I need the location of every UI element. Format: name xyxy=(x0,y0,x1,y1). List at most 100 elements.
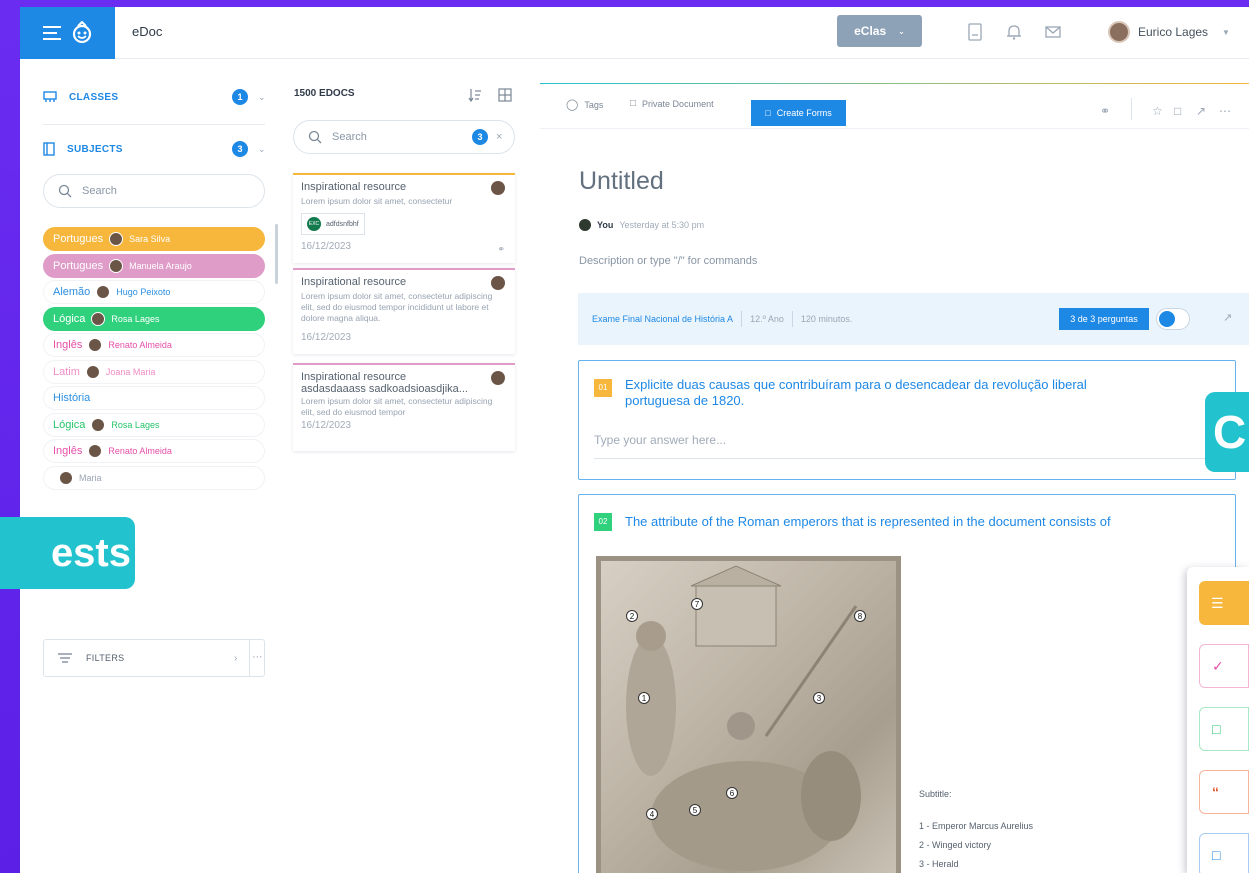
nav-classes-label: CLASSES xyxy=(69,91,119,103)
tag-label: adfdsnfbhf xyxy=(326,220,359,228)
image-marker: 1 xyxy=(638,692,650,704)
document-title[interactable]: Untitled xyxy=(579,167,664,196)
more-options-icon[interactable]: ⋯ xyxy=(1219,104,1231,118)
nav-subjects-label: SUBJECTS xyxy=(67,143,123,155)
hamburger-menu-icon[interactable] xyxy=(42,26,61,40)
view-toggle[interactable] xyxy=(1156,308,1190,330)
chevron-down-icon[interactable]: ⌄ xyxy=(258,144,266,155)
card-body: Lorem ipsum dolor sit amet, consectetur … xyxy=(301,291,493,323)
card-tag[interactable]: EXC adfdsnfbhf xyxy=(301,213,365,235)
separator xyxy=(791,311,793,327)
subject-name: Inglês xyxy=(53,445,83,457)
media-block-icon[interactable]: □ xyxy=(1199,833,1249,873)
subject-search-input[interactable]: Search xyxy=(43,174,265,208)
image-marker: 6 xyxy=(726,787,738,799)
tags-button[interactable]: ◯ Tags xyxy=(566,98,603,111)
teacher-name: Rosa Lages xyxy=(111,313,160,324)
private-document-button[interactable]: □ Private Document xyxy=(630,98,714,109)
document-block-icon[interactable]: □ xyxy=(1199,707,1249,751)
document-author: You Yesterday at 5:30 pm xyxy=(579,219,704,231)
teacher-avatar xyxy=(96,285,111,299)
user-name: Eurico Lages xyxy=(1138,25,1209,39)
expand-icon[interactable]: ↗ xyxy=(1196,104,1206,118)
document-card[interactable]: Inspirational resource asdasdaaass sadko… xyxy=(293,363,515,451)
question-card[interactable]: 01 Explicite duas causas que contribuíra… xyxy=(578,360,1236,480)
bell-icon[interactable] xyxy=(1005,23,1023,41)
teacher-name: Renato Almeida xyxy=(108,340,172,350)
subject-item[interactable]: Portugues Manuela Araujo xyxy=(43,253,265,278)
user-menu[interactable]: Eurico Lages ▼ xyxy=(1108,21,1230,43)
answer-input[interactable]: Type your answer here... xyxy=(594,433,1222,459)
card-author-avatar xyxy=(491,276,505,290)
nav-subjects[interactable]: SUBJECTS 3 ⌄ xyxy=(43,141,266,157)
roman-relief-image: 1 2 3 4 5 6 7 8 xyxy=(596,556,901,873)
document-card[interactable]: Inspirational resource Lorem ipsum dolor… xyxy=(293,173,515,263)
teacher-name: Maria xyxy=(79,472,102,483)
toggle-knob xyxy=(1159,311,1175,327)
nav-classes[interactable]: CLASSES 1 ⌄ xyxy=(43,89,266,105)
image-marker: 3 xyxy=(813,692,825,704)
teacher-avatar xyxy=(88,338,103,352)
grid-view-icon[interactable] xyxy=(498,88,512,102)
check-block-icon[interactable]: ✓ xyxy=(1199,644,1249,688)
subject-name: Inglês xyxy=(53,339,83,351)
top-header: eDoc eClas ⌄ Eurico Lages ▼ xyxy=(20,7,1249,59)
subject-name: Lógica xyxy=(53,312,86,325)
image-marker: 2 xyxy=(626,610,638,622)
subject-item[interactable]: Inglês Renato Almeida xyxy=(43,333,265,357)
create-forms-label: Create Forms xyxy=(776,108,832,118)
environment-dropdown[interactable]: eClas ⌄ xyxy=(837,15,922,47)
document-search-input[interactable]: Search 3 × xyxy=(293,120,515,154)
tag-icon: ◯ xyxy=(566,99,579,111)
star-icon[interactable]: ☆ xyxy=(1152,104,1163,118)
filters-button[interactable]: FILTERS › ⋯ xyxy=(43,639,265,677)
form-icon: □ xyxy=(765,108,771,118)
subject-item[interactable]: Portugues Sara Silva xyxy=(43,227,265,251)
link-icon[interactable]: ⚭ xyxy=(1100,104,1110,118)
subject-item[interactable]: História xyxy=(43,386,265,410)
mail-icon[interactable] xyxy=(1044,23,1062,41)
logo-block[interactable] xyxy=(20,7,115,59)
filters-label: FILTERS xyxy=(86,653,125,663)
expand-icon[interactable]: ↗ xyxy=(1223,311,1232,324)
editor-toolbar: ◯ Tags □ Private Document □ Create Forms… xyxy=(540,84,1249,129)
create-forms-button[interactable]: □ Create Forms xyxy=(751,100,846,126)
card-subtitle: asdasdaaass sadkoadsioasdjika... xyxy=(301,383,468,395)
toolbar-divider xyxy=(1131,98,1132,120)
subject-item[interactable]: Maria xyxy=(43,465,265,490)
card-date: 16/12/2023 xyxy=(301,420,352,431)
scrollbar-thumb[interactable] xyxy=(275,224,278,284)
subject-item[interactable]: Alemão Hugo Peixoto xyxy=(43,280,265,304)
text-block-icon[interactable]: ☰ xyxy=(1199,581,1249,625)
app-name: eDoc xyxy=(132,24,163,39)
card-author-avatar xyxy=(491,181,505,195)
document-editor: ◯ Tags □ Private Document □ Create Forms… xyxy=(540,59,1249,873)
search-placeholder: Search xyxy=(332,131,367,143)
search-icon xyxy=(58,184,72,198)
exam-name[interactable]: Exame Final Nacional de História A xyxy=(592,314,733,324)
quote-block-icon[interactable]: “ xyxy=(1199,770,1249,814)
description-input[interactable]: Description or type "/" for commands xyxy=(579,255,757,267)
legend-subtitle: Subtitle: xyxy=(919,789,952,799)
question-card[interactable]: 02 The attribute of the Roman emperors t… xyxy=(578,494,1236,873)
clear-search-icon[interactable]: × xyxy=(496,131,502,143)
legend-item: 2 - Winged victory xyxy=(919,840,992,850)
subject-item[interactable]: Lógica Rosa Lages xyxy=(43,412,265,437)
tests-promo-badge: ests xyxy=(0,517,135,589)
filters-more-button[interactable]: ⋯ xyxy=(249,640,265,676)
document-list-panel: 1500 EDOCS Search 3 × Inspirational reso… xyxy=(291,59,517,873)
sort-icon[interactable] xyxy=(468,88,482,102)
document-card[interactable]: Inspirational resource Lorem ipsum dolor… xyxy=(293,268,515,354)
question-count-button[interactable]: 3 de 3 perguntas xyxy=(1059,308,1149,330)
subject-item[interactable]: Lógica Rosa Lages xyxy=(43,306,265,331)
teacher-name: Manuela Araujo xyxy=(129,260,192,271)
teacher-avatar xyxy=(85,364,100,379)
comment-icon[interactable]: □ xyxy=(1174,104,1181,118)
private-label: Private Document xyxy=(642,98,714,109)
subject-name: Lógica xyxy=(53,418,86,431)
document-icon[interactable] xyxy=(966,23,984,41)
chevron-down-icon[interactable]: ⌄ xyxy=(258,92,266,103)
subject-item[interactable]: Inglês Renato Almeida xyxy=(43,439,265,463)
subject-item[interactable]: Latim Joana Maria xyxy=(43,359,265,384)
search-icon xyxy=(308,130,322,144)
